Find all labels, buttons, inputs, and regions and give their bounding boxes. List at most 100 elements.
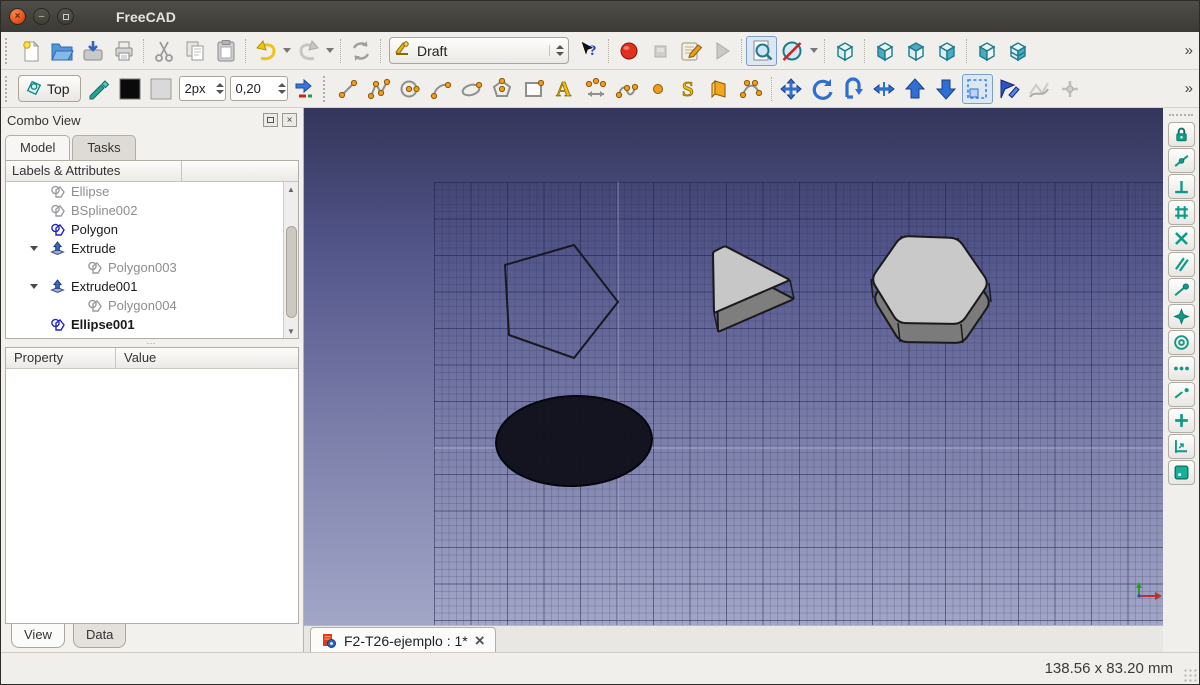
close-panel-button[interactable]: × [282,113,297,127]
snap-angle-button[interactable] [1168,304,1195,329]
draft-facebinder-button[interactable] [705,74,736,104]
color-face-button[interactable] [146,74,177,104]
tree-item-ellipse[interactable]: Ellipse [6,182,283,201]
draft-upgrade-button[interactable] [900,74,931,104]
working-plane-top-button[interactable]: Top [18,75,81,102]
draft-text-button[interactable]: A [550,74,581,104]
draw-style-dropdown-arrow[interactable] [808,36,820,66]
draft-move-button[interactable] [776,74,807,104]
draft-point-button[interactable] [643,74,674,104]
view-axonometric-button[interactable] [829,36,860,66]
resize-grip[interactable] [1183,668,1197,682]
view-right-button[interactable] [931,36,962,66]
snap-workingplane-button[interactable] [1168,460,1195,485]
workbench-selector[interactable]: Draft [389,37,569,64]
tree-scrollbar[interactable]: ▲ ▼ [283,182,298,338]
draft-shapestring-button[interactable]: S [674,74,705,104]
color-black-button[interactable] [115,74,146,104]
ellipse001-face[interactable] [494,393,653,488]
tab-model[interactable]: Model [5,135,70,161]
snap-perpendicular-button[interactable] [1168,174,1195,199]
draft-line-button[interactable] [333,74,364,104]
tab-view[interactable]: View [11,624,65,648]
draft-downgrade-button[interactable] [931,74,962,104]
draft-bezier-button[interactable] [736,74,767,104]
float-panel-button[interactable] [263,113,278,127]
draft-offset-button[interactable] [838,74,869,104]
tab-data[interactable]: Data [73,624,126,648]
view-front-button[interactable] [869,36,900,66]
draw-style-button[interactable] [777,36,808,66]
document-tab[interactable]: F2-T26-ejemplo : 1* × [310,627,496,653]
minimize-window-button[interactable]: – [33,8,50,25]
snap-lock-button[interactable] [1168,122,1195,147]
draft-edit-button[interactable] [993,74,1024,104]
snap-center-button[interactable] [1168,330,1195,355]
polygon-wire-shape[interactable] [505,245,618,358]
macro-record-button[interactable] [613,36,644,66]
scene-shapes[interactable]: x [304,108,1163,625]
draft-bspline-button[interactable] [612,74,643,104]
expander-icon[interactable] [30,246,38,251]
tree-item-bspline002[interactable]: BSpline002 [6,201,283,220]
draft-arc-button[interactable] [426,74,457,104]
close-document-icon[interactable]: × [475,632,485,649]
tree-item-extrude001[interactable]: Extrude001 [6,277,283,296]
snap-near-button[interactable] [1168,408,1195,433]
spinner-arrows-icon[interactable] [210,77,224,100]
draft-scale-button[interactable] [962,74,993,104]
apply-style-button[interactable] [290,74,321,104]
save-button[interactable] [77,36,108,66]
scroll-up-icon[interactable]: ▲ [287,182,295,196]
cut-button[interactable] [148,36,179,66]
toolbar-grip[interactable] [5,76,11,102]
toolbar-grip[interactable] [323,76,329,102]
snap-parallel-button[interactable] [1168,252,1195,277]
maximize-window-button[interactable] [57,8,74,25]
view-top-button[interactable] [900,36,931,66]
snap-grid-button[interactable] [1168,200,1195,225]
draft-wire2bspline-button[interactable] [1024,74,1055,104]
snap-dimensions-button[interactable] [1168,434,1195,459]
snap-midpoint-button[interactable] [1168,148,1195,173]
draft-circle-button[interactable] [395,74,426,104]
tree-item-polygon[interactable]: Polygon [6,220,283,239]
tree-item-polygon003[interactable]: Polygon003 [6,258,283,277]
redo-button[interactable] [293,36,324,66]
snap-intersection-button[interactable] [1168,226,1195,251]
scroll-down-icon[interactable]: ▼ [287,324,295,338]
close-window-button[interactable]: × [9,8,26,25]
open-folder-button[interactable] [46,36,77,66]
tree-item-polygon004[interactable]: Polygon004 [6,296,283,315]
tab-tasks[interactable]: Tasks [72,135,135,160]
scroll-thumb[interactable] [286,226,297,318]
tree-item-ellipse001[interactable]: Ellipse001 [6,315,283,334]
macro-edit-button[interactable] [675,36,706,66]
snap-extension-button[interactable] [1168,382,1195,407]
toolbar-grip[interactable] [5,38,11,64]
property-table-body[interactable] [6,369,298,623]
draft-ellipse-button[interactable] [457,74,488,104]
expander-icon[interactable] [30,284,38,289]
snap-endpoint-button[interactable] [1168,278,1195,303]
copy-button[interactable] [179,36,210,66]
macro-stop-button[interactable] [644,36,675,66]
toolbar-grip[interactable] [1169,114,1193,119]
toolbar-overflow-button[interactable]: » [1185,42,1193,59]
whats-this-button[interactable]: ? [573,36,604,66]
toolbar-overflow-button[interactable]: » [1185,80,1193,97]
spinner-arrows-icon[interactable] [272,77,286,100]
construction-mode-button[interactable] [84,74,115,104]
snap-ortho-button[interactable] [1168,356,1195,381]
text-scale-field[interactable]: 0,20 [230,76,288,101]
undo-button[interactable] [250,36,281,66]
draft-addpoint-button[interactable] [1055,74,1086,104]
draft-rectangle-button[interactable] [519,74,550,104]
draft-dimension-button[interactable] [581,74,612,104]
draft-polygon-button[interactable] [488,74,519,104]
macro-play-button[interactable] [706,36,737,66]
combo-arrows-icon[interactable] [549,45,564,56]
draft-rotate-button[interactable] [807,74,838,104]
redo-dropdown-arrow[interactable] [324,36,336,66]
extrude001-top-face[interactable] [873,236,987,324]
